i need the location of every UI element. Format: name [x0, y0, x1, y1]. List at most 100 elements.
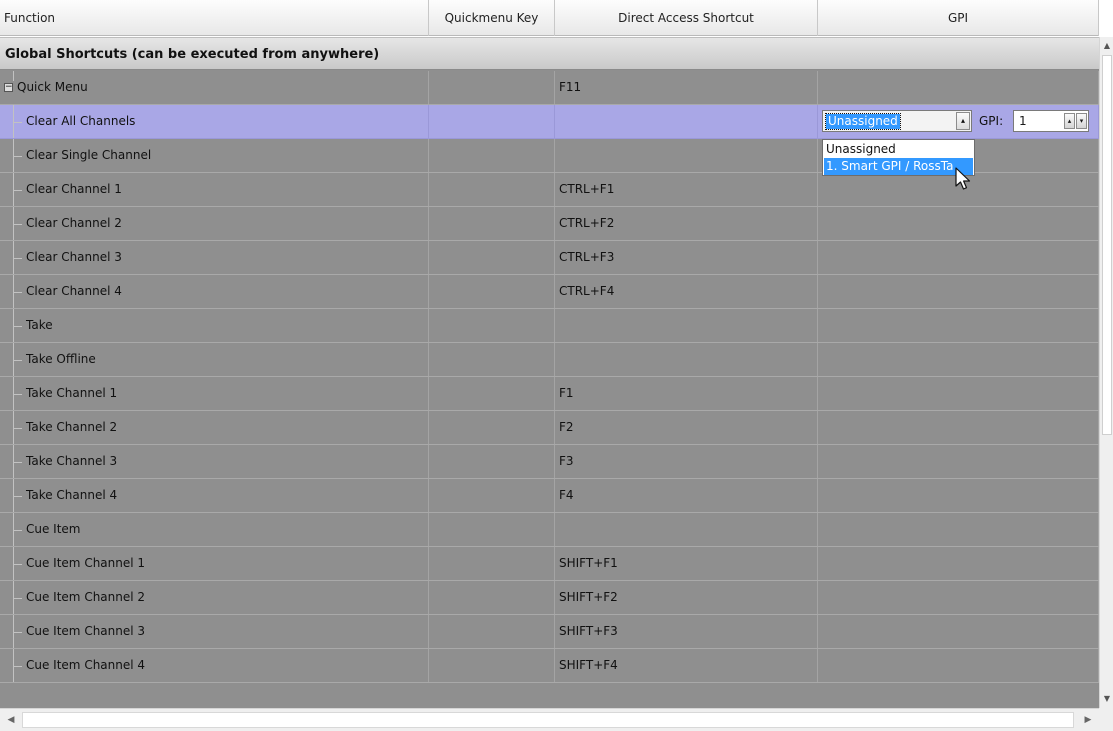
gpi-cell[interactable] [818, 649, 1099, 682]
quickmenu-key-cell[interactable] [429, 343, 555, 376]
table-row[interactable]: Take Channel 3 F3 [0, 445, 1099, 479]
horizontal-scroll-thumb[interactable] [22, 712, 1074, 728]
table-row[interactable]: Cue Item Channel 2 SHIFT+F2 [0, 581, 1099, 615]
gpi-cell[interactable] [818, 615, 1099, 648]
column-header-quickmenu-key[interactable]: Quickmenu Key [429, 0, 555, 36]
quickmenu-key-cell[interactable] [429, 581, 555, 614]
column-header-gpi[interactable]: GPI [818, 0, 1099, 36]
table-row[interactable]: Cue Item Channel 4 SHIFT+F4 [0, 649, 1099, 683]
quickmenu-key-cell[interactable] [429, 309, 555, 342]
gpi-cell[interactable] [818, 547, 1099, 580]
quickmenu-key-cell[interactable] [429, 275, 555, 308]
function-label: Take Channel 1 [26, 386, 118, 400]
gpi-cell[interactable] [818, 71, 1099, 104]
function-cell: Take Offline [0, 343, 429, 376]
quickmenu-key-cell[interactable] [429, 241, 555, 274]
table-row[interactable]: Clear Channel 3 CTRL+F3 [0, 241, 1099, 275]
quickmenu-key-cell[interactable] [429, 513, 555, 546]
collapse-icon[interactable]: − [4, 83, 13, 92]
table-row[interactable]: Cue Item [0, 513, 1099, 547]
table-row[interactable]: Clear Channel 2 CTRL+F2 [0, 207, 1099, 241]
quickmenu-key-cell[interactable] [429, 139, 555, 172]
tree-connector [13, 258, 22, 259]
direct-access-shortcut-cell[interactable]: F2 [555, 411, 818, 444]
section-row-global-shortcuts: Global Shortcuts (can be executed from a… [0, 37, 1099, 70]
table-row[interactable]: Cue Item Channel 3 SHIFT+F3 [0, 615, 1099, 649]
gpi-cell[interactable] [818, 343, 1099, 376]
table-row[interactable]: Take Channel 1 F1 [0, 377, 1099, 411]
direct-access-shortcut-cell[interactable]: SHIFT+F2 [555, 581, 818, 614]
function-label: Take Offline [26, 352, 96, 366]
direct-access-shortcut-cell[interactable]: F4 [555, 479, 818, 512]
table-row[interactable]: Take Offline [0, 343, 1099, 377]
tree-connector [13, 632, 22, 633]
gpi-cell[interactable] [818, 275, 1099, 308]
direct-access-shortcut-cell[interactable] [555, 309, 818, 342]
table-row[interactable]: Clear Channel 1 CTRL+F1 [0, 173, 1099, 207]
shortcuts-grid: Global Shortcuts (can be executed from a… [0, 37, 1099, 708]
gpi-cell[interactable] [818, 581, 1099, 614]
quickmenu-key-cell[interactable] [429, 207, 555, 240]
vertical-scroll-thumb[interactable] [1102, 55, 1112, 435]
chevron-up-icon[interactable]: ▴ [956, 112, 970, 130]
table-row[interactable]: Clear Channel 4 CTRL+F4 [0, 275, 1099, 309]
direct-access-shortcut-cell[interactable] [555, 139, 818, 172]
direct-access-shortcut-cell[interactable]: CTRL+F3 [555, 241, 818, 274]
direct-access-shortcut-cell[interactable]: CTRL+F2 [555, 207, 818, 240]
table-row[interactable]: Take Channel 2 F2 [0, 411, 1099, 445]
quickmenu-key-cell[interactable] [429, 411, 555, 444]
direct-access-shortcut-cell[interactable] [555, 343, 818, 376]
gpi-cell[interactable] [818, 445, 1099, 478]
horizontal-scrollbar[interactable]: ◀ ▶ [0, 708, 1099, 731]
table-row[interactable]: Take [0, 309, 1099, 343]
direct-access-shortcut-cell[interactable]: CTRL+F4 [555, 275, 818, 308]
function-label: Take Channel 2 [26, 420, 118, 434]
direct-access-shortcut-cell[interactable] [555, 105, 818, 138]
function-cell: Clear Channel 1 [0, 173, 429, 206]
table-row[interactable]: Cue Item Channel 1 SHIFT+F1 [0, 547, 1099, 581]
gpi-number-spinbox[interactable]: 1 ▴ ▾ [1013, 110, 1089, 132]
quickmenu-key-cell[interactable] [429, 445, 555, 478]
quickmenu-key-cell[interactable] [429, 615, 555, 648]
dropdown-option-smart-gpi[interactable]: 1. Smart GPI / RossTa [824, 158, 973, 175]
function-label: Cue Item Channel 1 [26, 556, 146, 570]
column-header-function[interactable]: Function [0, 0, 429, 36]
scroll-down-icon[interactable]: ▼ [1101, 692, 1113, 706]
quickmenu-key-cell[interactable] [429, 173, 555, 206]
direct-access-shortcut-cell[interactable]: CTRL+F1 [555, 173, 818, 206]
direct-access-shortcut-cell[interactable] [555, 513, 818, 546]
direct-access-shortcut-cell[interactable]: F11 [555, 71, 818, 104]
quickmenu-key-cell[interactable] [429, 71, 555, 104]
quickmenu-key-cell[interactable] [429, 547, 555, 580]
scroll-left-icon[interactable]: ◀ [2, 711, 20, 729]
scroll-up-icon[interactable]: ▲ [1101, 39, 1113, 53]
gpi-cell[interactable] [818, 513, 1099, 546]
dropdown-option-unassigned[interactable]: Unassigned [824, 141, 973, 158]
spin-up-icon[interactable]: ▴ [1064, 113, 1075, 129]
gpi-cell[interactable] [818, 479, 1099, 512]
gpi-cell[interactable] [818, 411, 1099, 444]
gpi-cell[interactable] [818, 241, 1099, 274]
tree-connector [13, 360, 22, 361]
quickmenu-key-cell[interactable] [429, 105, 555, 138]
scrollbar-corner [1099, 708, 1113, 731]
gpi-cell[interactable] [818, 207, 1099, 240]
direct-access-shortcut-cell[interactable]: SHIFT+F3 [555, 615, 818, 648]
gpi-cell[interactable] [818, 309, 1099, 342]
gpi-assignment-combobox[interactable]: Unassigned ▴ [822, 110, 972, 132]
spin-down-icon[interactable]: ▾ [1076, 113, 1087, 129]
direct-access-shortcut-cell[interactable]: F3 [555, 445, 818, 478]
scroll-right-icon[interactable]: ▶ [1079, 711, 1097, 729]
direct-access-shortcut-cell[interactable]: SHIFT+F1 [555, 547, 818, 580]
quickmenu-key-cell[interactable] [429, 479, 555, 512]
gpi-cell[interactable] [818, 377, 1099, 410]
column-header-direct-access-shortcut[interactable]: Direct Access Shortcut [555, 0, 818, 36]
direct-access-shortcut-cell[interactable]: F1 [555, 377, 818, 410]
function-label: Take [26, 318, 53, 332]
table-row[interactable]: Take Channel 4 F4 [0, 479, 1099, 513]
quickmenu-key-cell[interactable] [429, 649, 555, 682]
quickmenu-key-cell[interactable] [429, 377, 555, 410]
tree-row-quick-menu[interactable]: − Quick Menu F11 [0, 71, 1099, 105]
direct-access-shortcut-cell[interactable]: SHIFT+F4 [555, 649, 818, 682]
vertical-scrollbar[interactable]: ▲ ▼ [1099, 37, 1113, 708]
